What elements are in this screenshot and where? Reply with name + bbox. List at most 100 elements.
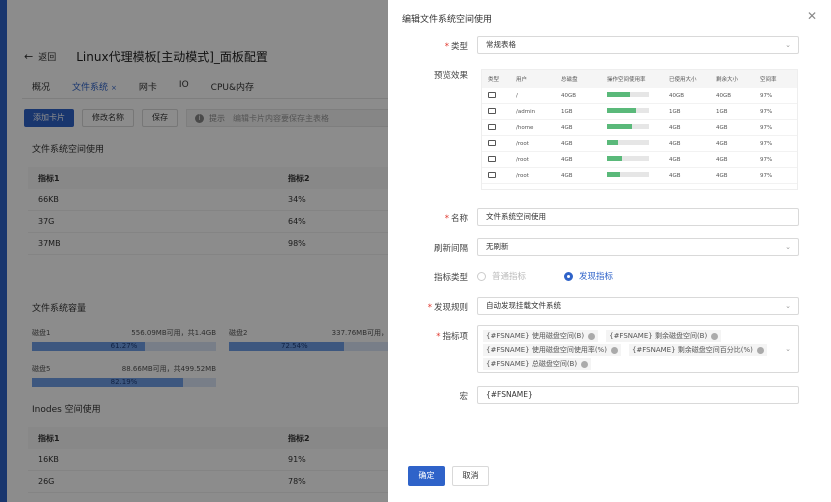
- tag-close-icon[interactable]: [588, 332, 596, 340]
- radio-discovery-metric[interactable]: [564, 271, 574, 281]
- discovery-select[interactable]: 自动发现挂载文件系统 ⌄: [477, 297, 799, 315]
- preview-type-cell: [482, 171, 510, 180]
- usage-bar: [607, 92, 649, 97]
- preview-user-cell: /: [516, 92, 518, 99]
- disk-icon: [488, 123, 496, 130]
- preview-column-header: 操作空间使用率: [607, 77, 646, 83]
- preview-user-cell: /home: [516, 124, 534, 131]
- discovery-value: 自动发现挂载文件系统: [486, 301, 561, 310]
- radio-normal-metric-label[interactable]: 普通指标: [492, 270, 526, 282]
- preview-type-cell: [482, 123, 510, 132]
- edit-drawer: 编辑文件系统空间使用 ✕ * 类型 常规表格 ⌄ 预览效果 类型 用户 总磁盘 操…: [388, 0, 831, 502]
- preview-column-header: 总磁盘: [561, 77, 578, 83]
- metric-type-radio-group: 普通指标 发现指标: [477, 270, 613, 282]
- preview-rate-cell: 97%: [760, 108, 773, 115]
- preview-free-cell: 4GB: [716, 140, 728, 147]
- preview-free-cell: 4GB: [716, 156, 728, 163]
- chevron-down-icon: ⌄: [785, 302, 791, 310]
- preview-used-cell: 4GB: [669, 156, 681, 163]
- metric-tag: {#FSNAME} 使用磁盘空间使用率(%): [483, 344, 621, 356]
- preview-usage-cell: [601, 156, 663, 163]
- preview-used-cell: 4GB: [669, 140, 681, 147]
- disk-icon: [488, 91, 496, 98]
- macro-input[interactable]: {#FSNAME}: [477, 386, 799, 404]
- preview-table: 类型 用户 总磁盘 操作空间使用率 已使用大小 剩余大小 空间率 / 40GB 40…: [481, 69, 798, 190]
- usage-bar: [607, 140, 649, 145]
- preview-rate-cell: 97%: [760, 172, 773, 179]
- radio-discovery-metric-label[interactable]: 发现指标: [579, 270, 613, 282]
- preview-user-cell: /root: [516, 156, 529, 163]
- preview-total-cell: 4GB: [561, 172, 573, 179]
- preview-type-cell: [482, 155, 510, 164]
- preview-free-cell: 1GB: [716, 108, 728, 115]
- tags-line: {#FSNAME} 使用磁盘空间使用率(%) {#FSNAME} 剩余磁盘空间百…: [483, 343, 793, 357]
- tag-close-icon[interactable]: [581, 360, 589, 368]
- preview-column-header: 类型: [488, 77, 500, 83]
- usage-bar: [607, 108, 649, 113]
- refresh-value: 无刷新: [486, 242, 509, 251]
- preview-header: 类型 用户 总磁盘 操作空间使用率 已使用大小 剩余大小 空间率: [482, 70, 797, 88]
- preview-user-cell: /admin: [516, 108, 536, 115]
- discovery-label: * 发现规则: [427, 303, 468, 313]
- cancel-button[interactable]: 取消: [452, 466, 489, 486]
- preview-user-cell: /root: [516, 172, 529, 179]
- preview-usage-cell: [601, 140, 663, 147]
- chevron-down-icon: ⌄: [785, 41, 791, 49]
- refresh-select[interactable]: 无刷新 ⌄: [477, 238, 799, 256]
- radio-normal-metric[interactable]: [477, 271, 486, 281]
- metric-tag: {#FSNAME} 剩余磁盘空间(B): [606, 330, 722, 342]
- preview-usage-cell: [601, 92, 663, 99]
- disk-icon: [488, 155, 496, 162]
- preview-used-cell: 4GB: [669, 124, 681, 131]
- preview-free-cell: 4GB: [716, 172, 728, 179]
- confirm-button[interactable]: 确定: [408, 466, 445, 486]
- preview-column-header: 已使用大小: [669, 77, 697, 83]
- preview-row: /admin 1GB 1GB 1GB 97%: [482, 104, 797, 120]
- usage-bar-fill: [607, 172, 620, 177]
- preview-rate-cell: 97%: [760, 124, 773, 131]
- preview-user-cell: /root: [516, 140, 529, 147]
- drawer-title: 编辑文件系统空间使用: [402, 15, 493, 25]
- preview-type-cell: [482, 107, 510, 116]
- preview-row: /root 4GB 4GB 4GB 97%: [482, 168, 797, 184]
- close-icon[interactable]: ✕: [807, 9, 817, 23]
- preview-total-cell: 1GB: [561, 108, 573, 115]
- disk-icon: [488, 139, 496, 146]
- preview-row: /root 4GB 4GB 4GB 97%: [482, 152, 797, 168]
- tags-line: {#FSNAME} 使用磁盘空间(B) {#FSNAME} 剩余磁盘空间(B): [483, 329, 793, 343]
- preview-rate-cell: 97%: [760, 92, 773, 99]
- preview-usage-cell: [601, 108, 663, 115]
- preview-total-cell: 4GB: [561, 140, 573, 147]
- preview-used-cell: 1GB: [669, 108, 681, 115]
- refresh-label: 刷新间隔: [433, 244, 468, 254]
- preview-total-cell: 4GB: [561, 124, 573, 131]
- preview-usage-cell: [601, 172, 663, 179]
- disk-icon: [488, 171, 496, 178]
- preview-type-cell: [482, 139, 510, 148]
- preview-total-cell: 40GB: [561, 92, 577, 99]
- preview-usage-cell: [601, 124, 663, 131]
- preview-used-cell: 4GB: [669, 172, 681, 179]
- preview-rate-cell: 97%: [760, 156, 773, 163]
- preview-free-cell: 4GB: [716, 124, 728, 131]
- usage-bar-fill: [607, 140, 618, 145]
- type-select[interactable]: 常规表格 ⌄: [477, 36, 799, 54]
- tag-close-icon[interactable]: [610, 346, 618, 354]
- preview-rows: / 40GB 40GB 40GB 97% /admin 1GB 1GB 1GB 97% /home 4…: [482, 88, 797, 184]
- usage-bar-fill: [607, 124, 633, 129]
- preview-row: / 40GB 40GB 40GB 97%: [482, 88, 797, 104]
- preview-row: /home 4GB 4GB 4GB 97%: [482, 120, 797, 136]
- preview-free-cell: 40GB: [716, 92, 732, 99]
- metric-tag: {#FSNAME} 总磁盘空间(B): [483, 358, 592, 370]
- metric-tag: {#FSNAME} 剩余磁盘空间百分比(%): [628, 344, 767, 356]
- tag-close-icon[interactable]: [711, 332, 719, 340]
- disk-icon: [488, 107, 496, 114]
- usage-bar-fill: [607, 156, 622, 161]
- usage-bar: [607, 124, 649, 129]
- tag-close-icon[interactable]: [756, 346, 764, 354]
- chevron-down-icon: ⌄: [785, 345, 791, 353]
- items-multiselect[interactable]: {#FSNAME} 使用磁盘空间(B) {#FSNAME} 剩余磁盘空间(B) …: [477, 325, 799, 373]
- usage-bar: [607, 156, 649, 161]
- name-input[interactable]: 文件系统空间使用: [477, 208, 799, 226]
- preview-total-cell: 4GB: [561, 156, 573, 163]
